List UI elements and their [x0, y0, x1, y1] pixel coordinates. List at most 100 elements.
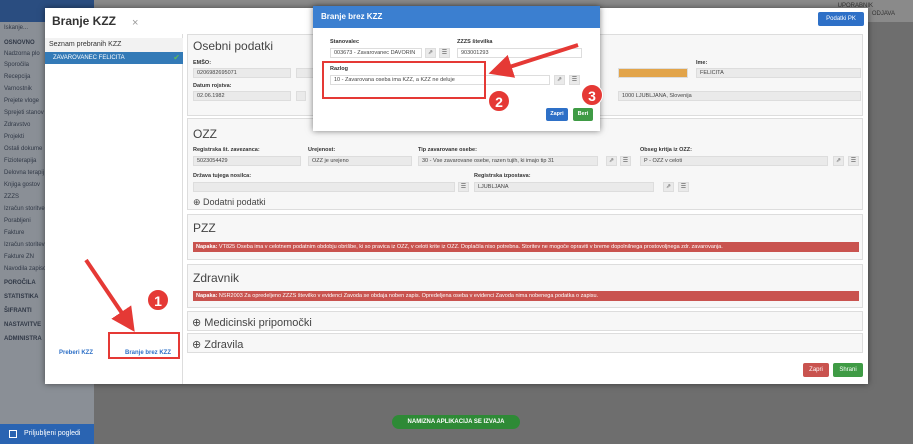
dodatni-toggle[interactable]: ⊕ Dodatni podatki	[193, 197, 266, 208]
sidebar-item[interactable]: Navodila zapisov	[4, 266, 49, 272]
overlay-zapri-button[interactable]: Zapri	[546, 108, 568, 121]
zzzs-label: ZZZS številka	[457, 39, 493, 45]
sidebar-item[interactable]: Sporočila	[4, 62, 29, 68]
logout-link[interactable]: ODJAVA	[872, 11, 895, 17]
preberi-kzz-button[interactable]: Preberi KZZ	[59, 350, 93, 356]
section-title: PZZ	[193, 221, 216, 235]
highlight-box	[108, 332, 180, 359]
list-icon[interactable]: ☰	[678, 182, 689, 192]
drzava-label: Država tujega nosilca:	[193, 173, 252, 179]
favorites-icon	[9, 430, 17, 438]
sidebar-item[interactable]: Sprejeti stanov	[4, 110, 44, 116]
sidebar-section-nastavitve[interactable]: NASTAVITVE	[4, 322, 41, 328]
medicinski-toggle[interactable]: ⊕ Medicinski pripomočki	[192, 316, 312, 329]
status-field	[618, 68, 688, 78]
datum-field[interactable]: 02.06.1982	[193, 91, 291, 101]
ozz-section: OZZ Registrska št. zavezanca: 5023054429…	[187, 118, 863, 210]
section-title: Osebni podatki	[193, 39, 274, 53]
list-item[interactable]: ZAVAROVANEC FELICITA ✔	[45, 52, 183, 64]
urejenost-field[interactable]: OZZ je urejeno	[308, 156, 412, 166]
dialog-title: Branje KZZ	[52, 14, 117, 28]
link-icon[interactable]: ⇗	[554, 75, 565, 85]
zdravila-toggle[interactable]: ⊕ Zdravila	[192, 338, 243, 351]
naslov-field[interactable]: 1000 LJUBLJANA, Slovenija	[618, 91, 861, 101]
sidebar-item[interactable]: Delovna terapij	[4, 170, 44, 176]
sidebar-item[interactable]: Varnostnik	[4, 86, 32, 92]
sidebar-section-sifranti[interactable]: ŠIFRANTI	[4, 308, 32, 314]
zapri-button[interactable]: Zapri	[803, 363, 829, 377]
sidebar-section-osnovno[interactable]: OSNOVNO	[4, 40, 35, 46]
zzzs-field[interactable]: 903001293	[457, 48, 582, 58]
sidebar-item[interactable]: Izračun storitev	[4, 242, 45, 248]
sidebar-item[interactable]: ZZZS	[4, 194, 19, 200]
running-app-badge: NAMIZNA APLIKACIJA SE IZVAJA	[392, 415, 520, 429]
sidebar-section-administracija[interactable]: ADMINISTRA	[4, 336, 42, 342]
ime-field[interactable]: FELICITA	[696, 68, 861, 78]
zdravnik-section: Zdravnik Napaka: NSR2003 Za opredeljeno …	[187, 264, 863, 308]
urejenost-label: Urejenost:	[308, 147, 336, 153]
link-icon[interactable]: ⇗	[663, 182, 674, 192]
sidebar-item[interactable]: Porabljeni	[4, 218, 31, 224]
sidebar-item[interactable]: Recepcija	[4, 74, 30, 80]
step-badge-2: 2	[488, 90, 510, 112]
izpostava-label: Registrska izpostava:	[474, 173, 531, 179]
stanovalec-field[interactable]: 003673 - Zavarovanec DAVORIN	[330, 48, 422, 58]
emso-field[interactable]: 0206982695071	[193, 68, 291, 78]
list-icon[interactable]: ☰	[620, 156, 631, 166]
link-icon[interactable]: ⇗	[833, 156, 844, 166]
tip-label: Tip zavarovane osebe:	[418, 147, 477, 153]
sidebar-item[interactable]: Nadzorna plo	[4, 51, 40, 57]
dodatni-label: Dodatni podatki	[203, 197, 266, 207]
link-icon[interactable]: ⇗	[425, 48, 436, 58]
close-icon[interactable]: ×	[132, 17, 138, 29]
sidebar-item[interactable]: Prejete vloge	[4, 98, 39, 104]
link-icon[interactable]: ⇗	[606, 156, 617, 166]
reg-field[interactable]: 5023054429	[193, 156, 301, 166]
plus-icon: ⊕	[192, 339, 205, 351]
tip-field[interactable]: 30 - Vse zavarovane osebe, razen tujih, …	[418, 156, 598, 166]
favorites-label: Priljubljeni pogledi	[24, 430, 81, 437]
sidebar-item[interactable]: Knjiga gostov	[4, 182, 40, 188]
highlight-box	[322, 61, 486, 99]
alert-text: NSR2003 Za opredeljeno ZZZS številko v e…	[217, 293, 599, 299]
step-badge-3: 3	[581, 84, 603, 106]
list-icon[interactable]: ☰	[569, 75, 580, 85]
list-icon[interactable]: ☰	[848, 156, 859, 166]
sidebar-section-porocila[interactable]: POROČILA	[4, 280, 36, 286]
drzava-field[interactable]	[193, 182, 455, 192]
list-icon[interactable]: ☰	[458, 182, 469, 192]
sidebar-item[interactable]: Izračun storitve	[4, 206, 45, 212]
sidebar-section-statistika[interactable]: STATISTIKA	[4, 294, 38, 300]
sidebar-item[interactable]: Fizioterapija	[4, 158, 36, 164]
alert-text: VT825 Oseba ima v celotnem podatnim obdo…	[217, 244, 723, 250]
list-title: Seznam prebranih KZZ	[45, 38, 183, 52]
spol-field[interactable]	[296, 91, 306, 101]
podatki-pk-button[interactable]: Podatki PK	[818, 12, 864, 26]
medicinski-label: Medicinski pripomočki	[204, 317, 312, 329]
pzz-section: PZZ Napaka: VT825 Oseba ima v celotnem p…	[187, 214, 863, 260]
zdravila-label: Zdravila	[204, 339, 244, 351]
favorites-link[interactable]: Priljubljeni pogledi	[0, 424, 94, 444]
alert-prefix: Napaka:	[196, 244, 218, 250]
plus-icon: ⊕	[192, 317, 205, 329]
list-icon[interactable]: ☰	[439, 48, 450, 58]
alert-prefix: Napaka:	[196, 293, 218, 299]
section-title: OZZ	[193, 127, 217, 141]
zdravila-section[interactable]: ⊕ Zdravila	[187, 333, 863, 353]
obseg-field[interactable]: P - OZZ v celoti	[640, 156, 828, 166]
sidebar-item[interactable]: Projekti	[4, 134, 24, 140]
ime-label: Ime:	[696, 60, 708, 66]
plus-icon: ⊕	[193, 197, 204, 207]
medicinski-section[interactable]: ⊕ Medicinski pripomočki	[187, 311, 863, 331]
izpostava-field[interactable]: LJUBLJANA	[474, 182, 654, 192]
sidebar-item[interactable]: Zdravstvo	[4, 122, 30, 128]
shrani-button[interactable]: Shrani	[833, 363, 863, 377]
sidebar-item[interactable]: Ostali dokume	[4, 146, 42, 152]
sidebar-search[interactable]: Iskanje...	[4, 25, 28, 31]
step-badge-1: 1	[147, 289, 169, 311]
sidebar-item[interactable]: Fakture	[4, 230, 24, 236]
sidebar-item[interactable]: Fakture ZN	[4, 254, 34, 260]
pzz-alert: Napaka: VT825 Oseba ima v celotnem podat…	[193, 242, 859, 252]
emso-label: EMŠO:	[193, 60, 212, 66]
overlay-beri-button[interactable]: Beri	[573, 108, 593, 121]
